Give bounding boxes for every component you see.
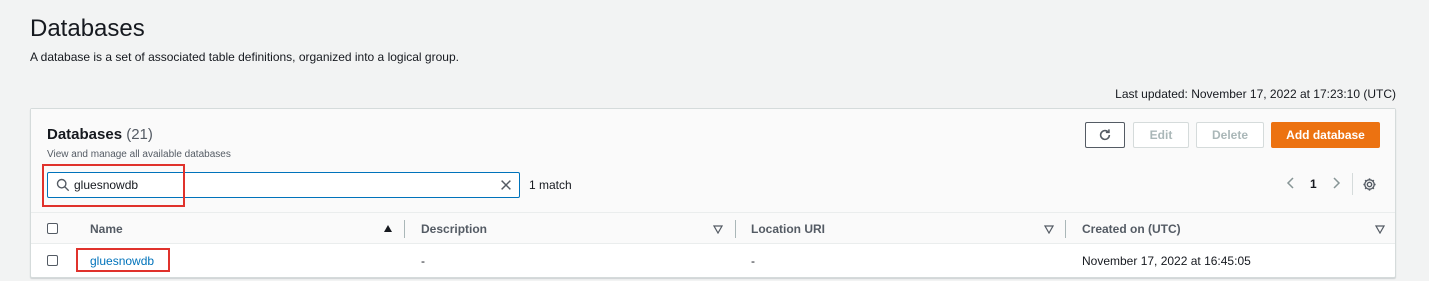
table-header: Name Description Location URI Created on…	[31, 212, 1395, 244]
panel-title-text: Databases	[47, 126, 123, 143]
column-header-created-on[interactable]: Created on (UTC)	[1082, 222, 1181, 236]
column-header-location-uri[interactable]: Location URI	[751, 222, 825, 236]
cell-location-uri: -	[751, 254, 755, 268]
sort-icon[interactable]	[713, 224, 723, 234]
column-header-description[interactable]: Description	[421, 222, 487, 236]
delete-button[interactable]: Delete	[1196, 122, 1264, 148]
column-divider[interactable]	[1065, 220, 1066, 238]
column-divider[interactable]	[735, 220, 736, 238]
column-divider[interactable]	[404, 220, 405, 238]
table-row[interactable]: gluesnowdb - - November 17, 2022 at 16:4…	[31, 244, 1395, 277]
cell-created-on: November 17, 2022 at 16:45:05	[1082, 254, 1251, 268]
sort-icon[interactable]	[1375, 224, 1385, 234]
settings-gear-icon[interactable]	[1362, 177, 1377, 192]
chevron-right-icon[interactable]	[1329, 175, 1343, 191]
chevron-left-icon[interactable]	[1284, 175, 1298, 191]
panel-header: Databases (21) View and manage all avail…	[31, 109, 1395, 212]
add-database-button[interactable]: Add database	[1271, 122, 1380, 148]
search-box[interactable]	[47, 172, 520, 198]
sort-icon[interactable]	[1044, 224, 1054, 234]
panel-count: (21)	[126, 126, 153, 143]
pager-divider	[1352, 173, 1353, 195]
search-input[interactable]	[74, 176, 484, 194]
sort-ascending-icon[interactable]	[383, 224, 393, 234]
panel-description: View and manage all available databases	[47, 149, 231, 160]
search-icon	[56, 178, 70, 192]
page-description: A database is a set of associated table …	[30, 50, 459, 64]
clear-icon[interactable]	[499, 178, 513, 192]
page-number[interactable]: 1	[1310, 177, 1317, 191]
refresh-icon	[1099, 129, 1111, 141]
last-updated-text: Last updated: November 17, 2022 at 17:23…	[1115, 87, 1396, 101]
cell-description: -	[421, 254, 425, 268]
page-title: Databases	[30, 15, 145, 42]
refresh-button[interactable]	[1085, 122, 1125, 148]
databases-panel: Databases (21) View and manage all avail…	[30, 108, 1396, 278]
column-header-name[interactable]: Name	[90, 222, 123, 236]
database-name-link[interactable]: gluesnowdb	[90, 254, 154, 268]
select-all-checkbox[interactable]	[47, 223, 58, 234]
match-count: 1 match	[529, 178, 572, 192]
row-checkbox[interactable]	[47, 255, 58, 266]
edit-button[interactable]: Edit	[1133, 122, 1189, 148]
panel-title: Databases (21)	[47, 126, 153, 143]
